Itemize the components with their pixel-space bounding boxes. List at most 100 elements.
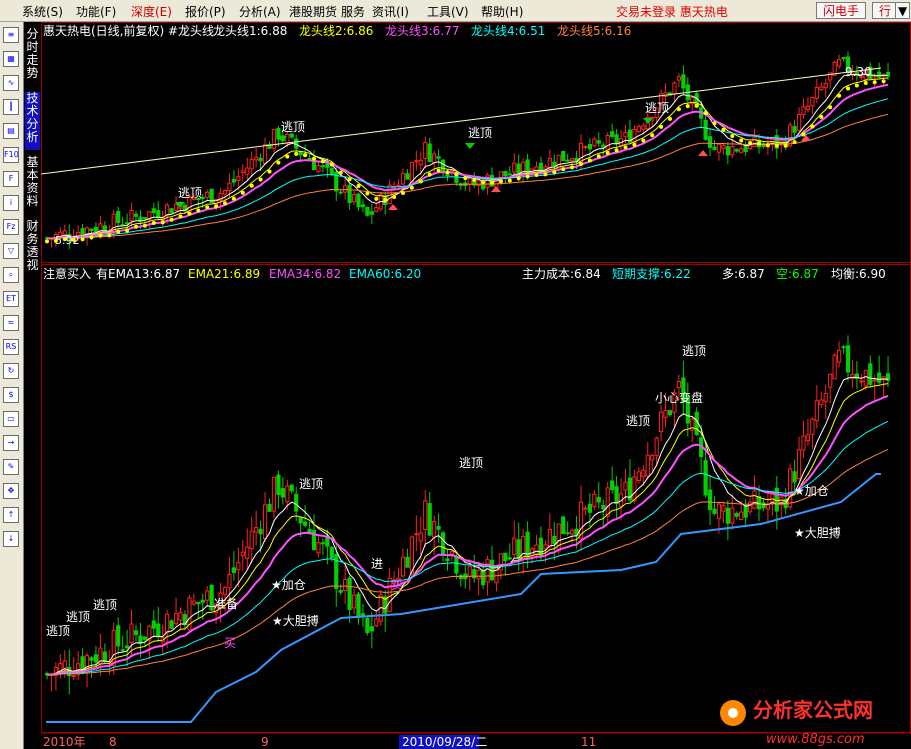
refresh-icon[interactable]: ↻ [3, 363, 19, 379]
trend-dot [774, 143, 779, 148]
export-icon[interactable]: → [3, 435, 19, 451]
tab-fundamentals[interactable]: 基本资料 [25, 156, 40, 214]
upper-line-4-label: 龙头线4:6.51 [471, 24, 545, 38]
upper-candle [512, 162, 517, 173]
trend-dot [748, 141, 753, 146]
upper-candle [636, 126, 641, 132]
lower-candle [262, 504, 268, 540]
lower-candle [814, 400, 819, 422]
lower-candle [485, 559, 490, 583]
tab-finance[interactable]: 财务透视 [25, 220, 40, 278]
lower-candle [169, 620, 174, 629]
trend-dot [570, 165, 575, 170]
fiz-icon[interactable]: Fz [3, 219, 19, 235]
upper-candle [165, 204, 170, 216]
pencil-icon[interactable]: ✎ [3, 459, 19, 475]
upper-candle [173, 204, 179, 211]
menu-hk-futures[interactable]: 港股期货 [289, 3, 337, 20]
move-icon[interactable]: ✥ [3, 483, 19, 499]
trend-dot [801, 132, 806, 137]
trend-dot [231, 196, 236, 201]
lower-candle [205, 590, 210, 601]
flash-trade-button[interactable]: 闪电手 [816, 2, 867, 19]
axis-month-9: 9 [261, 735, 269, 749]
lower-candle [133, 630, 139, 635]
upper-candle [369, 211, 374, 215]
lower-candle [623, 481, 628, 491]
upper-candle [93, 226, 99, 233]
upper-candle [734, 149, 739, 152]
restore-button[interactable]: ▼ [895, 2, 911, 19]
lower-candle [707, 489, 713, 511]
trend-dot [854, 83, 859, 88]
menu-service[interactable]: 服务 [341, 3, 365, 20]
arrow-up-icon[interactable]: ↑ [3, 507, 19, 523]
upper-candle [810, 97, 815, 107]
upper-candle [414, 160, 419, 163]
money-icon[interactable]: $ [3, 387, 19, 403]
f10-icon[interactable]: F10 [3, 147, 19, 163]
upper-candle [316, 165, 321, 172]
upper-title: 惠天热电(日线,前复权) #龙头线 [43, 23, 214, 38]
upper-candle [142, 217, 148, 220]
trend-dot [267, 169, 272, 174]
arrow-down-icon[interactable]: ↓ [3, 531, 19, 547]
eti-icon[interactable]: ET [3, 291, 19, 307]
menu-function[interactable]: 功能(F) [76, 3, 116, 20]
rsi-icon[interactable]: RS [3, 339, 19, 355]
upper-candle [543, 166, 548, 170]
kline-icon[interactable]: ┃ [3, 99, 19, 115]
line-chart-icon[interactable]: ∿ [3, 75, 19, 91]
upper-candle [796, 114, 802, 131]
upper-candle [476, 180, 481, 187]
tab-intraday[interactable]: 分时走势 [25, 28, 40, 86]
upper-candle [467, 178, 472, 185]
long-label: 多:6.87 [722, 267, 765, 281]
lower-candle [534, 544, 539, 556]
trend-dot [187, 211, 192, 216]
upper-candle [249, 158, 254, 170]
menu-system[interactable]: 系统(S) [22, 3, 63, 20]
upper-candle [432, 153, 437, 164]
ticket-icon[interactable]: ▭ [3, 411, 19, 427]
trend-dot [516, 176, 521, 181]
lower-candle [796, 449, 802, 480]
upper-candle [365, 206, 370, 216]
wave-icon[interactable]: ≈ [3, 315, 19, 331]
search-icon[interactable]: ⌕ [3, 267, 19, 283]
grid-icon[interactable]: ▦ [3, 51, 19, 67]
lower-candle [222, 587, 228, 595]
trend-dot [587, 158, 592, 163]
menu-help[interactable]: 帮助(H) [481, 3, 523, 20]
upper-candle [837, 59, 842, 67]
low-price-label: 5.92 [55, 234, 80, 247]
upper-line-1-label: 龙头线1:6.88 [213, 24, 287, 38]
f10-detail-icon[interactable]: F [3, 171, 19, 187]
upper-candle [298, 151, 303, 156]
trend-dot [374, 196, 379, 201]
trend-dot [525, 174, 530, 179]
upper-candle [801, 106, 806, 115]
menu-depth[interactable]: 深度(E) [131, 3, 172, 20]
tab-technical[interactable]: 技术分析 [25, 92, 40, 150]
trend-dot [312, 156, 316, 161]
info-icon[interactable]: i [3, 195, 19, 211]
lower-candle [512, 537, 517, 555]
menu-quote[interactable]: 报价(P) [185, 3, 226, 20]
lower-candle [859, 380, 864, 383]
lower-candle [712, 508, 717, 514]
lower-candle [583, 507, 588, 510]
upper-candle [712, 146, 717, 151]
lower-candle [765, 504, 770, 510]
menu-info[interactable]: 资讯(I) [372, 3, 409, 20]
list-icon[interactable]: ≡ [3, 27, 19, 43]
table-icon[interactable]: ▤ [3, 123, 19, 139]
upper-candle [507, 173, 512, 176]
lower-candle [329, 547, 334, 559]
menu-tools[interactable]: 工具(V) [427, 3, 469, 20]
kline-chart[interactable]: 惠天热电(日线,前复权) #龙头线 龙头线1:6.88 龙头线2:6.86 龙头… [41, 22, 911, 749]
filter-icon[interactable]: ▽ [3, 243, 19, 259]
menu-analysis[interactable]: 分析(A) [239, 3, 281, 20]
trend-dot [837, 93, 842, 98]
upper-candle [169, 208, 174, 214]
